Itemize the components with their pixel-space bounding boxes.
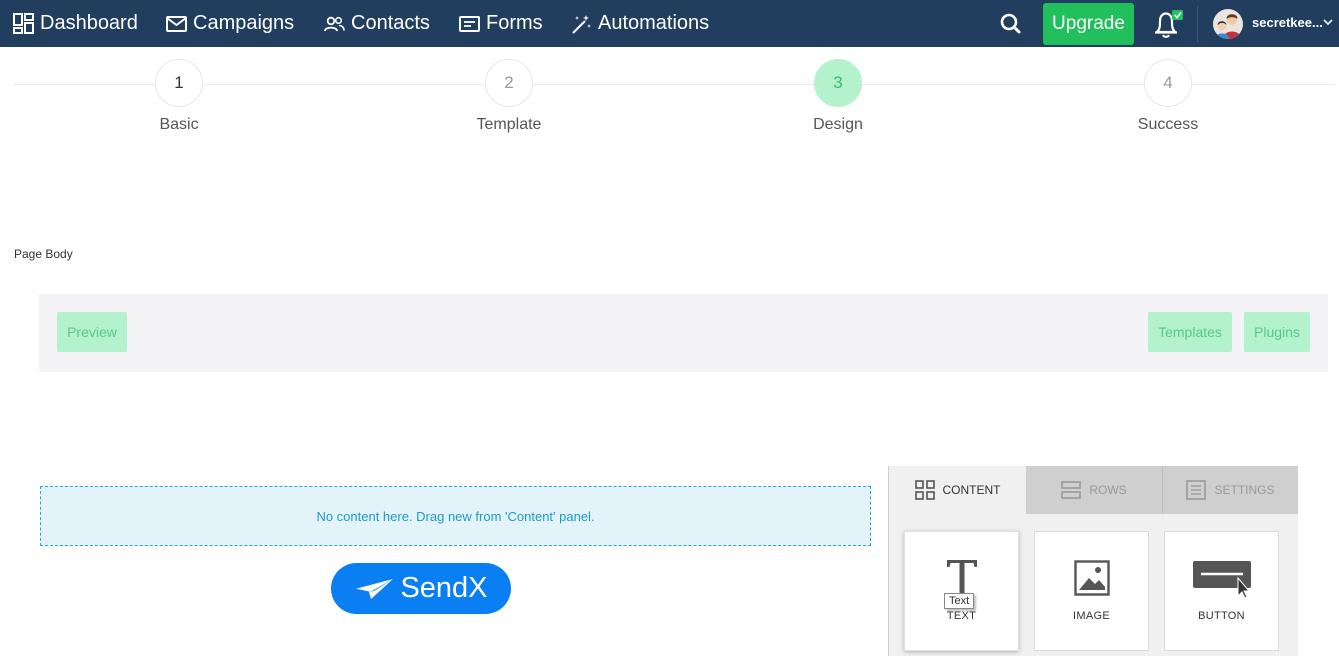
top-navbar: Dashboard Campaigns Contacts Forms Autom… bbox=[0, 0, 1339, 47]
editor-toolbar: Preview Templates Plugins bbox=[39, 294, 1328, 372]
panel-tabs: CONTENT ROWS SETTINGS bbox=[889, 466, 1298, 514]
step-label: Design bbox=[813, 116, 863, 133]
avatar[interactable] bbox=[1213, 9, 1243, 39]
image-icon bbox=[1035, 560, 1148, 596]
block-label: BUTTON bbox=[1198, 610, 1245, 622]
form-icon bbox=[459, 15, 480, 32]
nav-contacts-label: Contacts bbox=[351, 12, 430, 34]
nav-dashboard-label: Dashboard bbox=[40, 12, 138, 34]
username-menu[interactable]: secretkee... bbox=[1252, 15, 1323, 30]
nav-forms[interactable]: Forms bbox=[459, 0, 543, 47]
step-label: Success bbox=[1137, 116, 1199, 133]
upgrade-button[interactable]: Upgrade bbox=[1043, 3, 1134, 45]
tab-label: ROWS bbox=[1089, 483, 1127, 497]
tab-rows[interactable]: ROWS bbox=[1026, 466, 1162, 514]
nav-campaigns-label: Campaigns bbox=[193, 12, 295, 34]
block-label: IMAGE bbox=[1073, 610, 1110, 622]
step-number: 3 bbox=[814, 59, 862, 107]
text-icon bbox=[905, 558, 1018, 598]
sendx-logo: SendX bbox=[331, 563, 511, 614]
page-body-label: Page Body bbox=[14, 247, 73, 261]
step-design[interactable]: 3 Design bbox=[778, 59, 898, 134]
paper-plane-icon bbox=[355, 578, 394, 599]
nav-forms-label: Forms bbox=[486, 12, 543, 34]
step-number: 1 bbox=[155, 59, 203, 107]
logo-text: SendX bbox=[400, 572, 488, 604]
magic-wand-icon bbox=[572, 14, 591, 34]
chevron-down-icon[interactable] bbox=[1322, 16, 1334, 28]
content-dropzone[interactable]: No content here. Drag new from 'Content'… bbox=[40, 486, 871, 546]
tooltip: Text bbox=[944, 593, 975, 609]
settings-list-icon bbox=[1186, 480, 1207, 500]
dropzone-text: No content here. Drag new from 'Content'… bbox=[316, 508, 595, 524]
grid-icon bbox=[914, 480, 935, 500]
contacts-icon bbox=[324, 16, 345, 31]
nav-campaigns[interactable]: Campaigns bbox=[166, 0, 294, 47]
step-label: Template bbox=[476, 116, 542, 133]
step-basic[interactable]: 1 Basic bbox=[119, 59, 239, 134]
envelope-icon bbox=[166, 15, 187, 32]
preview-button[interactable]: Preview bbox=[57, 312, 127, 352]
nav-automations-label: Automations bbox=[598, 12, 710, 34]
block-text[interactable]: TEXT bbox=[904, 531, 1019, 651]
block-button[interactable]: BUTTON bbox=[1164, 531, 1279, 651]
bell-icon bbox=[1155, 10, 1183, 38]
nav-divider bbox=[1197, 6, 1198, 42]
search-icon bbox=[1000, 13, 1021, 34]
nav-contacts[interactable]: Contacts bbox=[324, 0, 430, 47]
notifications-button[interactable] bbox=[1152, 9, 1184, 39]
avatar-icon bbox=[1213, 9, 1243, 39]
tab-settings[interactable]: SETTINGS bbox=[1162, 466, 1298, 514]
nav-automations[interactable]: Automations bbox=[571, 0, 709, 47]
button-icon bbox=[1165, 560, 1278, 598]
dashboard-icon bbox=[13, 13, 34, 34]
plugins-button[interactable]: Plugins bbox=[1244, 312, 1310, 352]
tab-content[interactable]: CONTENT bbox=[889, 466, 1026, 514]
search-button[interactable] bbox=[998, 11, 1024, 37]
rows-icon bbox=[1061, 481, 1082, 499]
tab-label: CONTENT bbox=[942, 483, 1001, 497]
step-number: 2 bbox=[485, 59, 533, 107]
step-template[interactable]: 2 Template bbox=[449, 59, 569, 134]
step-label: Basic bbox=[159, 116, 199, 133]
block-image[interactable]: IMAGE bbox=[1034, 531, 1149, 651]
step-number: 4 bbox=[1144, 59, 1192, 107]
block-label: TEXT bbox=[946, 610, 977, 622]
tab-label: SETTINGS bbox=[1214, 483, 1275, 497]
templates-button[interactable]: Templates bbox=[1148, 312, 1232, 352]
nav-dashboard[interactable]: Dashboard bbox=[13, 0, 138, 47]
step-success[interactable]: 4 Success bbox=[1108, 59, 1228, 134]
